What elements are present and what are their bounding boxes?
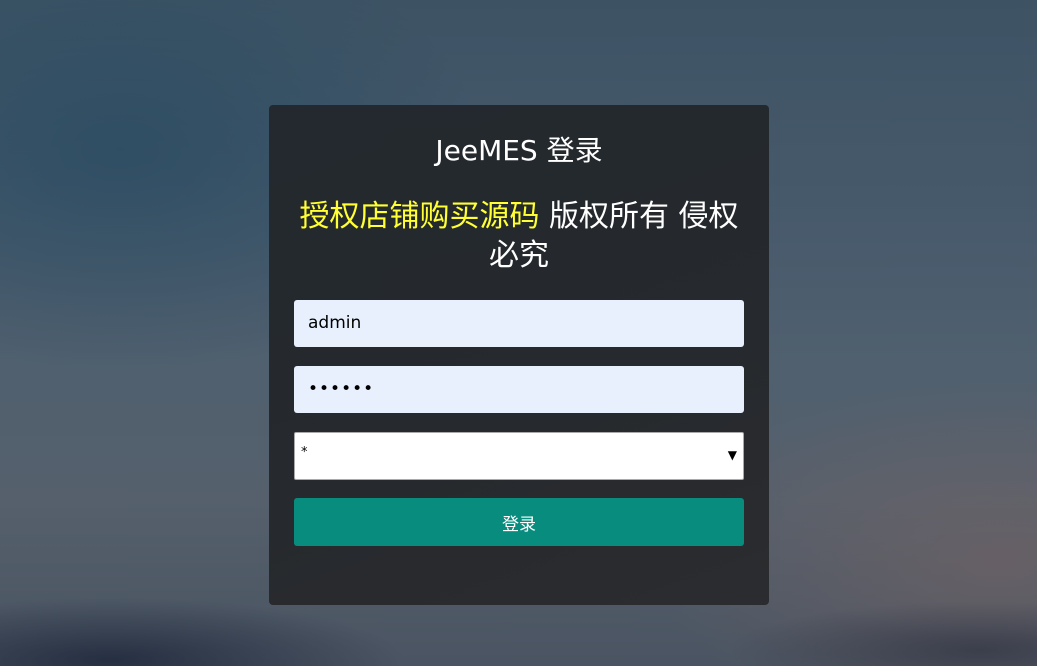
login-title: JeeMES 登录 xyxy=(435,134,603,167)
notice-highlight: 授权店铺购买源码 xyxy=(299,199,540,234)
login-button[interactable]: 登录 xyxy=(294,498,744,546)
password-input[interactable]: •••••• xyxy=(294,366,744,413)
company-select[interactable]: * ▼ xyxy=(294,432,744,480)
login-card: JeeMES 登录 授权店铺购买源码 版权所有 侵权必究 admin •••••… xyxy=(269,105,769,605)
copyright-notice: 授权店铺购买源码 版权所有 侵权必究 xyxy=(294,197,744,275)
caret-down-icon: ▼ xyxy=(727,448,737,462)
select-value: * xyxy=(301,445,308,460)
username-input[interactable]: admin xyxy=(294,300,744,347)
